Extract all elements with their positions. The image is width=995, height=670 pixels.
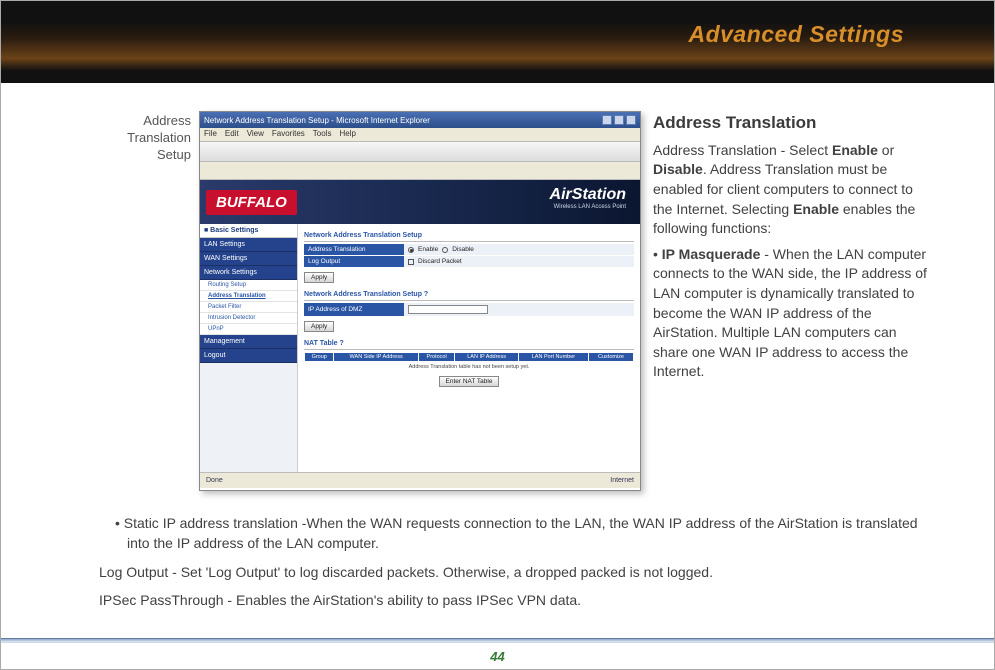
embedded-screenshot: Network Address Translation Setup - Micr… — [199, 111, 641, 491]
maximize-icon[interactable] — [614, 115, 624, 125]
enter-nat-button[interactable]: Enter NAT Table — [439, 376, 500, 387]
status-bar: Done Internet — [200, 472, 640, 488]
status-right: Internet — [610, 477, 634, 484]
apply-button-2[interactable]: Apply — [304, 321, 334, 332]
product-name: AirStation — [550, 186, 626, 204]
nat-table-empty-msg: Address Translation table has not been s… — [305, 362, 634, 373]
figure-caption: Address Translation Setup — [1, 113, 191, 164]
caption-line: Setup — [157, 147, 191, 162]
menu-item[interactable]: Favorites — [272, 129, 305, 140]
footer-separator — [1, 638, 994, 643]
paragraph: • IP Masquerade - When the LAN computer … — [653, 245, 931, 382]
body-text-right: Address Translation Address Translation … — [653, 111, 931, 388]
body-text-below: • Static IP address translation -When th… — [99, 513, 927, 618]
nav-item-network[interactable]: Network Settings — [200, 266, 297, 280]
section-heading: Address Translation — [653, 111, 931, 135]
window-titlebar: Network Address Translation Setup - Micr… — [200, 112, 640, 128]
th-protocol: Protocol — [418, 353, 455, 362]
nav-sub-intrusion[interactable]: Intrusion Detector — [200, 313, 297, 324]
menu-item[interactable]: Edit — [225, 129, 239, 140]
nav-item-wan[interactable]: WAN Settings — [200, 252, 297, 266]
row-label-at: Address Translation — [304, 244, 404, 255]
close-icon[interactable] — [626, 115, 636, 125]
nav-sidebar: ■ Basic Settings LAN Settings WAN Settin… — [200, 224, 298, 472]
nav-sub-routing[interactable]: Routing Setup — [200, 280, 297, 291]
th-custom: Customize — [589, 353, 634, 362]
checkbox-discard-label: Discard Packet — [418, 258, 462, 265]
caption-line: Translation — [127, 130, 191, 145]
app-body: ■ Basic Settings LAN Settings WAN Settin… — [200, 224, 640, 472]
window-title: Network Address Translation Setup - Micr… — [204, 116, 430, 125]
radio-enable[interactable] — [408, 247, 414, 253]
address-bar[interactable] — [200, 162, 640, 180]
main-pane: Network Address Translation Setup Addres… — [298, 224, 640, 472]
page-title: Advanced Settings — [688, 21, 904, 48]
menu-item[interactable]: Help — [339, 129, 355, 140]
status-left: Done — [206, 477, 223, 484]
radio-disable[interactable] — [442, 247, 448, 253]
th-group: Group — [305, 353, 334, 362]
minimize-icon[interactable] — [602, 115, 612, 125]
nav-item-lan[interactable]: LAN Settings — [200, 238, 297, 252]
nav-sub-address-translation[interactable]: Address Translation — [200, 291, 297, 302]
th-wan-ip: WAN Side IP Address — [334, 353, 418, 362]
row-label-dmz: IP Address of DMZ — [304, 304, 404, 315]
browser-toolbar — [200, 142, 640, 162]
section-heading-nat: Network Address Translation Setup — [304, 232, 634, 242]
th-lan-port: LAN Port Number — [518, 353, 588, 362]
menu-bar: File Edit View Favorites Tools Help — [200, 128, 640, 142]
checkbox-discard[interactable] — [408, 259, 414, 265]
menu-item[interactable]: Tools — [313, 129, 332, 140]
page-number: 44 — [1, 649, 994, 664]
caption-line: Address — [143, 113, 191, 128]
paragraph: Log Output - Set 'Log Output' to log dis… — [99, 562, 927, 582]
brand-bar: BUFFALO AirStation Wireless LAN Access P… — [200, 180, 640, 224]
header-band: Advanced Settings — [1, 1, 994, 83]
nav-sub-packet-filter[interactable]: Packet Filter — [200, 302, 297, 313]
apply-button[interactable]: Apply — [304, 272, 334, 283]
nat-table: Group WAN Side IP Address Protocol LAN I… — [304, 352, 634, 372]
section-heading-nattable: NAT Table ? — [304, 340, 634, 350]
radio-enable-label: Enable — [418, 246, 438, 253]
product-tagline: Wireless LAN Access Point — [550, 204, 626, 210]
section-heading-nat2: Network Address Translation Setup ? — [304, 291, 634, 301]
paragraph: • Static IP address translation -When th… — [99, 513, 927, 554]
content-area: Address Translation Setup Network Addres… — [1, 83, 994, 111]
dmz-ip-input[interactable] — [408, 305, 488, 314]
nav-item-management[interactable]: Management — [200, 335, 297, 349]
nav-sub-upnp[interactable]: UPnP — [200, 324, 297, 335]
menu-item[interactable]: View — [247, 129, 264, 140]
radio-disable-label: Disable — [452, 246, 474, 253]
paragraph: IPSec PassThrough - Enables the AirStati… — [99, 590, 927, 610]
th-lan-ip: LAN IP Address — [455, 353, 518, 362]
menu-item[interactable]: File — [204, 129, 217, 140]
row-label-log: Log Output — [304, 256, 404, 267]
nav-item-logout[interactable]: Logout — [200, 349, 297, 363]
paragraph: Address Translation - Select Enable or D… — [653, 141, 931, 239]
nav-heading: ■ Basic Settings — [200, 224, 297, 238]
brand-logo: BUFFALO — [206, 190, 297, 215]
